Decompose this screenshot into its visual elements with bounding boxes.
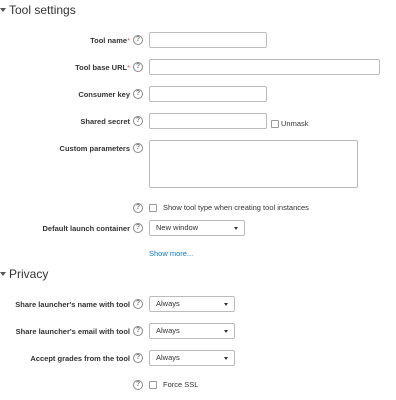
tool-base-url-label: Tool base URL* [75, 63, 130, 72]
shared-secret-label: Shared secret [80, 117, 130, 126]
accept-grades-value: Always [156, 353, 180, 362]
share-email-help-icon[interactable]: ? [133, 326, 143, 336]
shared-secret-help-icon[interactable]: ? [133, 116, 143, 126]
force-ssl-checkbox[interactable] [149, 381, 157, 389]
default-launch-container-help-icon[interactable]: ? [133, 223, 143, 233]
custom-parameters-textarea[interactable] [149, 140, 358, 188]
required-mark: * [127, 36, 130, 45]
show-tool-type-help-icon[interactable]: ? [133, 203, 143, 213]
consumer-key-help-icon[interactable]: ? [133, 89, 143, 99]
show-tool-type-label[interactable]: Show tool type when creating tool instan… [163, 203, 309, 212]
default-launch-container-label: Default launch container [42, 224, 130, 233]
default-launch-container-select[interactable]: New window [149, 220, 245, 236]
caret-down-icon [224, 303, 228, 306]
show-tool-type-checkbox[interactable] [149, 204, 157, 212]
caret-down-icon [234, 227, 238, 230]
share-name-help-icon[interactable]: ? [133, 299, 143, 309]
tool-name-label: Tool name* [90, 36, 130, 45]
consumer-key-label: Consumer key [78, 90, 130, 99]
required-mark: * [127, 63, 130, 72]
accept-grades-select[interactable]: Always [149, 350, 235, 366]
consumer-key-input[interactable] [149, 86, 267, 102]
share-email-value: Always [156, 326, 180, 335]
privacy-header[interactable]: Privacy [0, 267, 48, 281]
share-name-value: Always [156, 299, 180, 308]
custom-parameters-help-icon[interactable]: ? [133, 143, 143, 153]
share-email-label: Share launcher's email with tool [15, 327, 130, 336]
tool-name-input[interactable] [149, 32, 267, 48]
force-ssl-help-icon[interactable]: ? [133, 380, 143, 390]
accept-grades-label: Accept grades from the tool [30, 354, 130, 363]
tool-settings-heading: Tool settings [9, 3, 76, 17]
share-email-select[interactable]: Always [149, 323, 235, 339]
privacy-heading: Privacy [9, 267, 49, 281]
tool-settings-header[interactable]: Tool settings [0, 3, 76, 17]
custom-parameters-label: Custom parameters [59, 144, 130, 153]
caret-down-icon [224, 357, 228, 360]
caret-down-icon [224, 330, 228, 333]
unmask-label[interactable]: Unmask [281, 119, 309, 128]
unmask-checkbox[interactable] [271, 120, 279, 128]
accept-grades-help-icon[interactable]: ? [133, 353, 143, 363]
tool-base-url-input[interactable] [149, 59, 380, 75]
show-more-link[interactable]: Show more... [149, 249, 193, 258]
force-ssl-label[interactable]: Force SSL [163, 380, 198, 389]
default-launch-container-value: New window [156, 223, 199, 232]
share-name-select[interactable]: Always [149, 296, 235, 312]
tool-base-url-help-icon[interactable]: ? [133, 62, 143, 72]
shared-secret-input[interactable] [149, 113, 267, 129]
tool-name-help-icon[interactable]: ? [133, 35, 143, 45]
share-name-label: Share launcher's name with tool [15, 300, 130, 309]
chevron-down-icon[interactable] [0, 7, 6, 12]
chevron-down-icon[interactable] [0, 271, 6, 276]
